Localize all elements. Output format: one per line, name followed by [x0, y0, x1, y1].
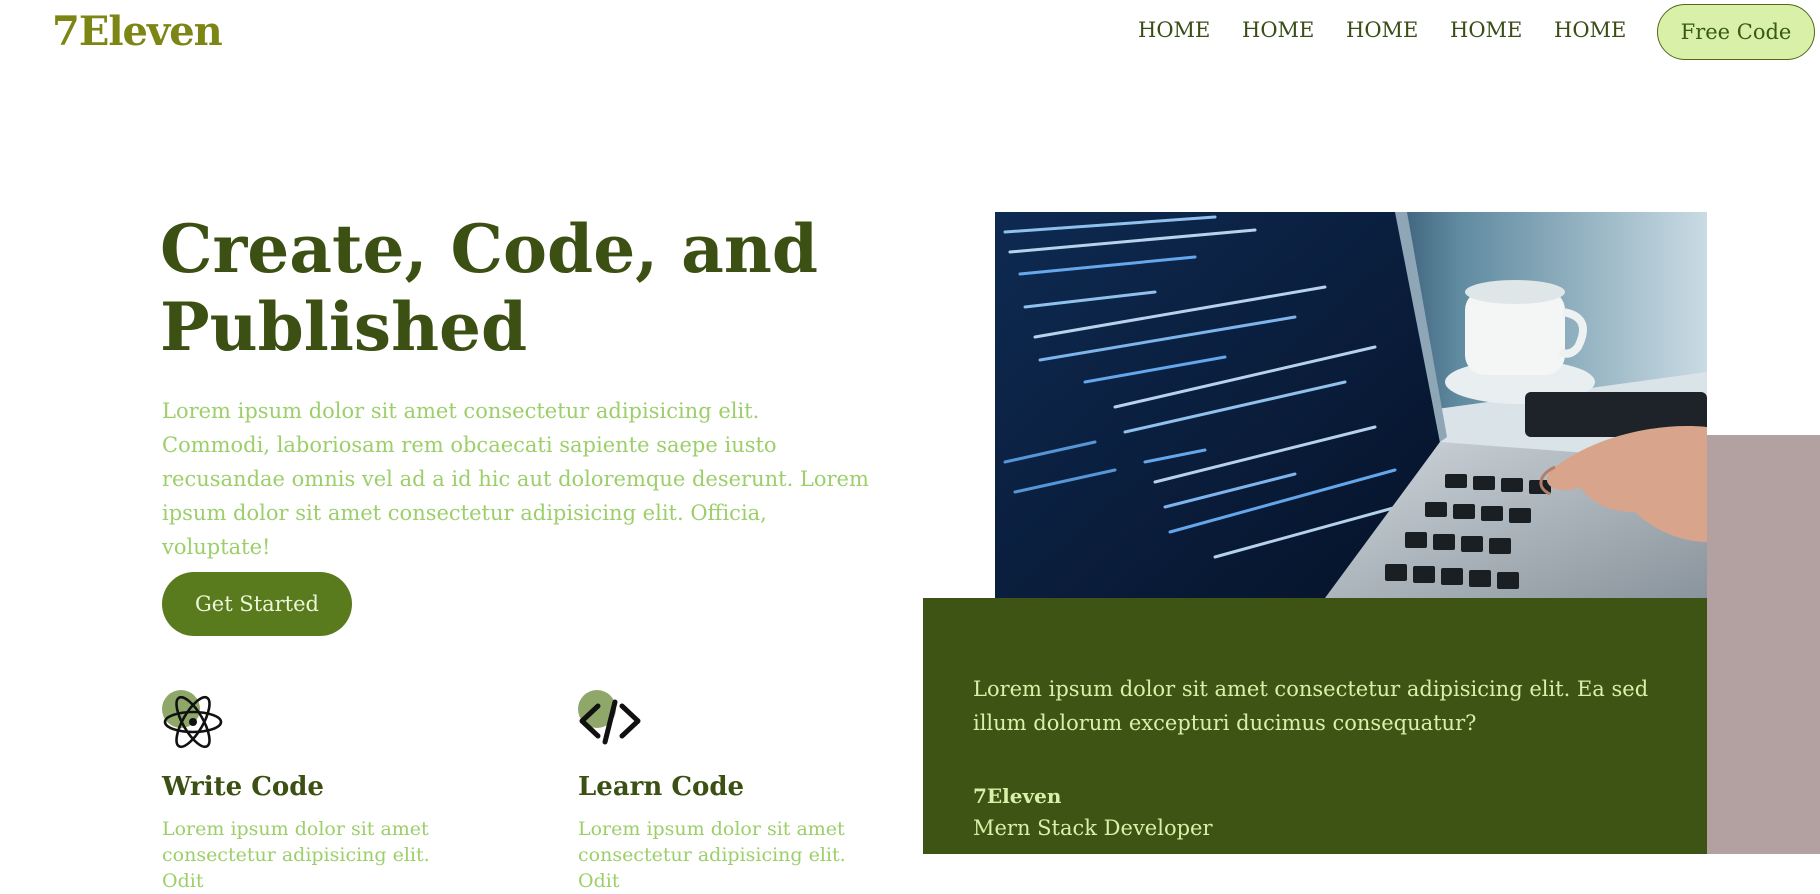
get-started-button[interactable]: Get Started	[162, 572, 352, 636]
nav-item-home-2[interactable]: HOME	[1242, 18, 1314, 42]
brand-logo[interactable]: 7Eleven	[52, 8, 223, 55]
nav-item-home-3[interactable]: HOME	[1346, 18, 1418, 42]
feature-title: Learn Code	[578, 772, 745, 802]
feature-text: Lorem ipsum dolor sit amet consectetur a…	[162, 818, 430, 892]
testimonial-card: Lorem ipsum dolor sit amet consectetur a…	[923, 598, 1707, 854]
nav-item-home-4[interactable]: HOME	[1450, 18, 1522, 42]
code-brackets-icon	[578, 690, 642, 754]
hero-description: Lorem ipsum dolor sit amet consectetur a…	[162, 399, 869, 559]
feature-write-code: Write Code Lorem ipsum dolor sit amet co…	[162, 690, 462, 892]
free-code-button[interactable]: Free Code	[1657, 4, 1815, 60]
feature-learn-code: Learn Code Lorem ipsum dolor sit amet co…	[578, 690, 878, 892]
nav-item-home-5[interactable]: HOME	[1554, 18, 1626, 42]
laptop-code-photo	[995, 212, 1707, 598]
testimonial-role: Mern Stack Developer	[973, 816, 1213, 840]
feature-text: Lorem ipsum dolor sit amet consectetur a…	[578, 818, 846, 892]
nav-item-home-1[interactable]: HOME	[1138, 18, 1210, 42]
decorative-block	[1705, 435, 1820, 854]
hero-title: Create, Code, and Published	[160, 210, 819, 366]
testimonial-author: 7Eleven	[973, 784, 1062, 808]
feature-title: Write Code	[162, 772, 324, 802]
testimonial-quote: Lorem ipsum dolor sit amet consectetur a…	[973, 677, 1649, 735]
atom-icon	[162, 690, 226, 754]
